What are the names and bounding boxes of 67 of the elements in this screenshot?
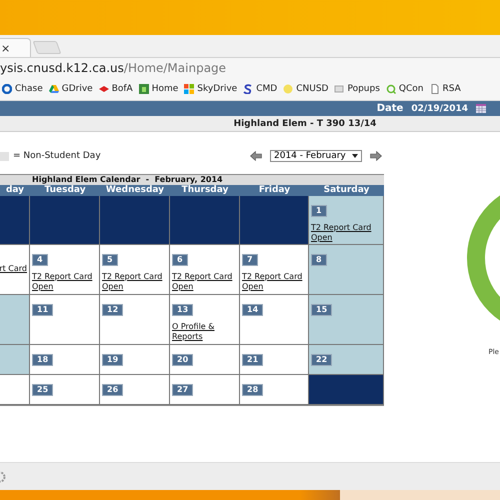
day-number: 22 <box>311 354 332 366</box>
day-number: 26 <box>102 384 124 396</box>
bookmark-link[interactable]: CNUSD <box>283 84 328 94</box>
legend-swatch <box>0 152 9 160</box>
day-number: 11 <box>32 304 54 316</box>
bookmark-link[interactable]: SkyDrive <box>184 84 238 94</box>
event-link[interactable]: T2 Report Card Open <box>172 272 237 292</box>
tab-close-button[interactable]: × <box>1 42 10 54</box>
previous-arrow-icon[interactable] <box>250 151 262 161</box>
browser-tab[interactable]: × <box>0 38 31 57</box>
day-number: 14 <box>242 304 264 316</box>
day-header: Friday <box>240 185 309 196</box>
bookmark-link[interactable]: Popups <box>334 84 380 94</box>
gear-icon[interactable] <box>0 470 6 482</box>
q-circle-icon <box>386 84 396 94</box>
sun-icon <box>283 84 294 94</box>
calendar-title: Highland Elem Calendar - February, 2014 <box>0 175 384 185</box>
day-number: 8 <box>311 254 327 266</box>
calendar-icon[interactable] <box>476 104 486 113</box>
day-number: 15 <box>311 304 332 316</box>
page-icon <box>430 84 440 94</box>
day-number: 25 <box>32 384 54 396</box>
day-number: 4 <box>32 254 48 266</box>
drive-icon <box>48 84 59 94</box>
day-number: 18 <box>32 354 54 366</box>
date-value: 02/19/2014 <box>411 104 468 114</box>
event-link[interactable]: rt Card <box>2 264 27 274</box>
page-title: Highland Elem - T 390 13/14 <box>234 118 376 128</box>
day-number: 12 <box>102 304 124 316</box>
bookmark-link[interactable]: RSA <box>430 84 461 94</box>
day-number: 5 <box>102 254 118 266</box>
day-number: 6 <box>172 254 188 266</box>
legend-text: = Non-Student Day <box>13 151 101 161</box>
day-number: 19 <box>102 354 124 366</box>
event-link[interactable]: T2 Report Card Open <box>311 223 381 243</box>
event-link[interactable]: O Profile & Reports <box>172 322 237 342</box>
day-header: Thursday <box>170 185 240 196</box>
day-number: 27 <box>172 384 194 396</box>
bookmark-link[interactable]: Home <box>138 84 178 94</box>
day-number: 21 <box>242 354 264 366</box>
day-number: 1 <box>311 205 327 217</box>
tiles-icon <box>184 84 194 94</box>
event-link[interactable]: T2 Report Card Open <box>32 272 97 292</box>
bookmark-link[interactable]: BofA <box>98 84 133 94</box>
dropdown-caret-icon <box>352 154 358 158</box>
day-header: Wednesday <box>100 185 170 196</box>
day-number: 20 <box>172 354 194 366</box>
day-number: 7 <box>242 254 258 266</box>
day-header: Tuesday <box>30 185 100 196</box>
month-select[interactable]: 2014 - February <box>270 150 362 162</box>
event-link[interactable]: T2 Report Card Open <box>102 272 167 292</box>
flag-icon <box>98 84 109 94</box>
bookmark-link[interactable]: QCon <box>386 84 424 94</box>
bookmark-link[interactable]: GDrive <box>48 84 93 94</box>
day-number: 13 <box>172 304 194 316</box>
date-label: Date <box>376 103 404 114</box>
day-header: day <box>0 185 30 196</box>
event-link[interactable]: T2 Report Card Open <box>242 272 306 292</box>
home-icon <box>138 84 149 94</box>
curve-logo-icon <box>243 84 254 94</box>
day-number: 28 <box>242 384 264 396</box>
octagon-logo-icon <box>2 84 12 94</box>
bookmark-link[interactable]: CMD <box>243 84 278 94</box>
next-arrow-icon[interactable] <box>370 151 382 161</box>
popup-icon <box>334 84 344 94</box>
day-header: Saturday <box>309 185 384 196</box>
bookmark-link[interactable]: Chase <box>2 84 43 94</box>
